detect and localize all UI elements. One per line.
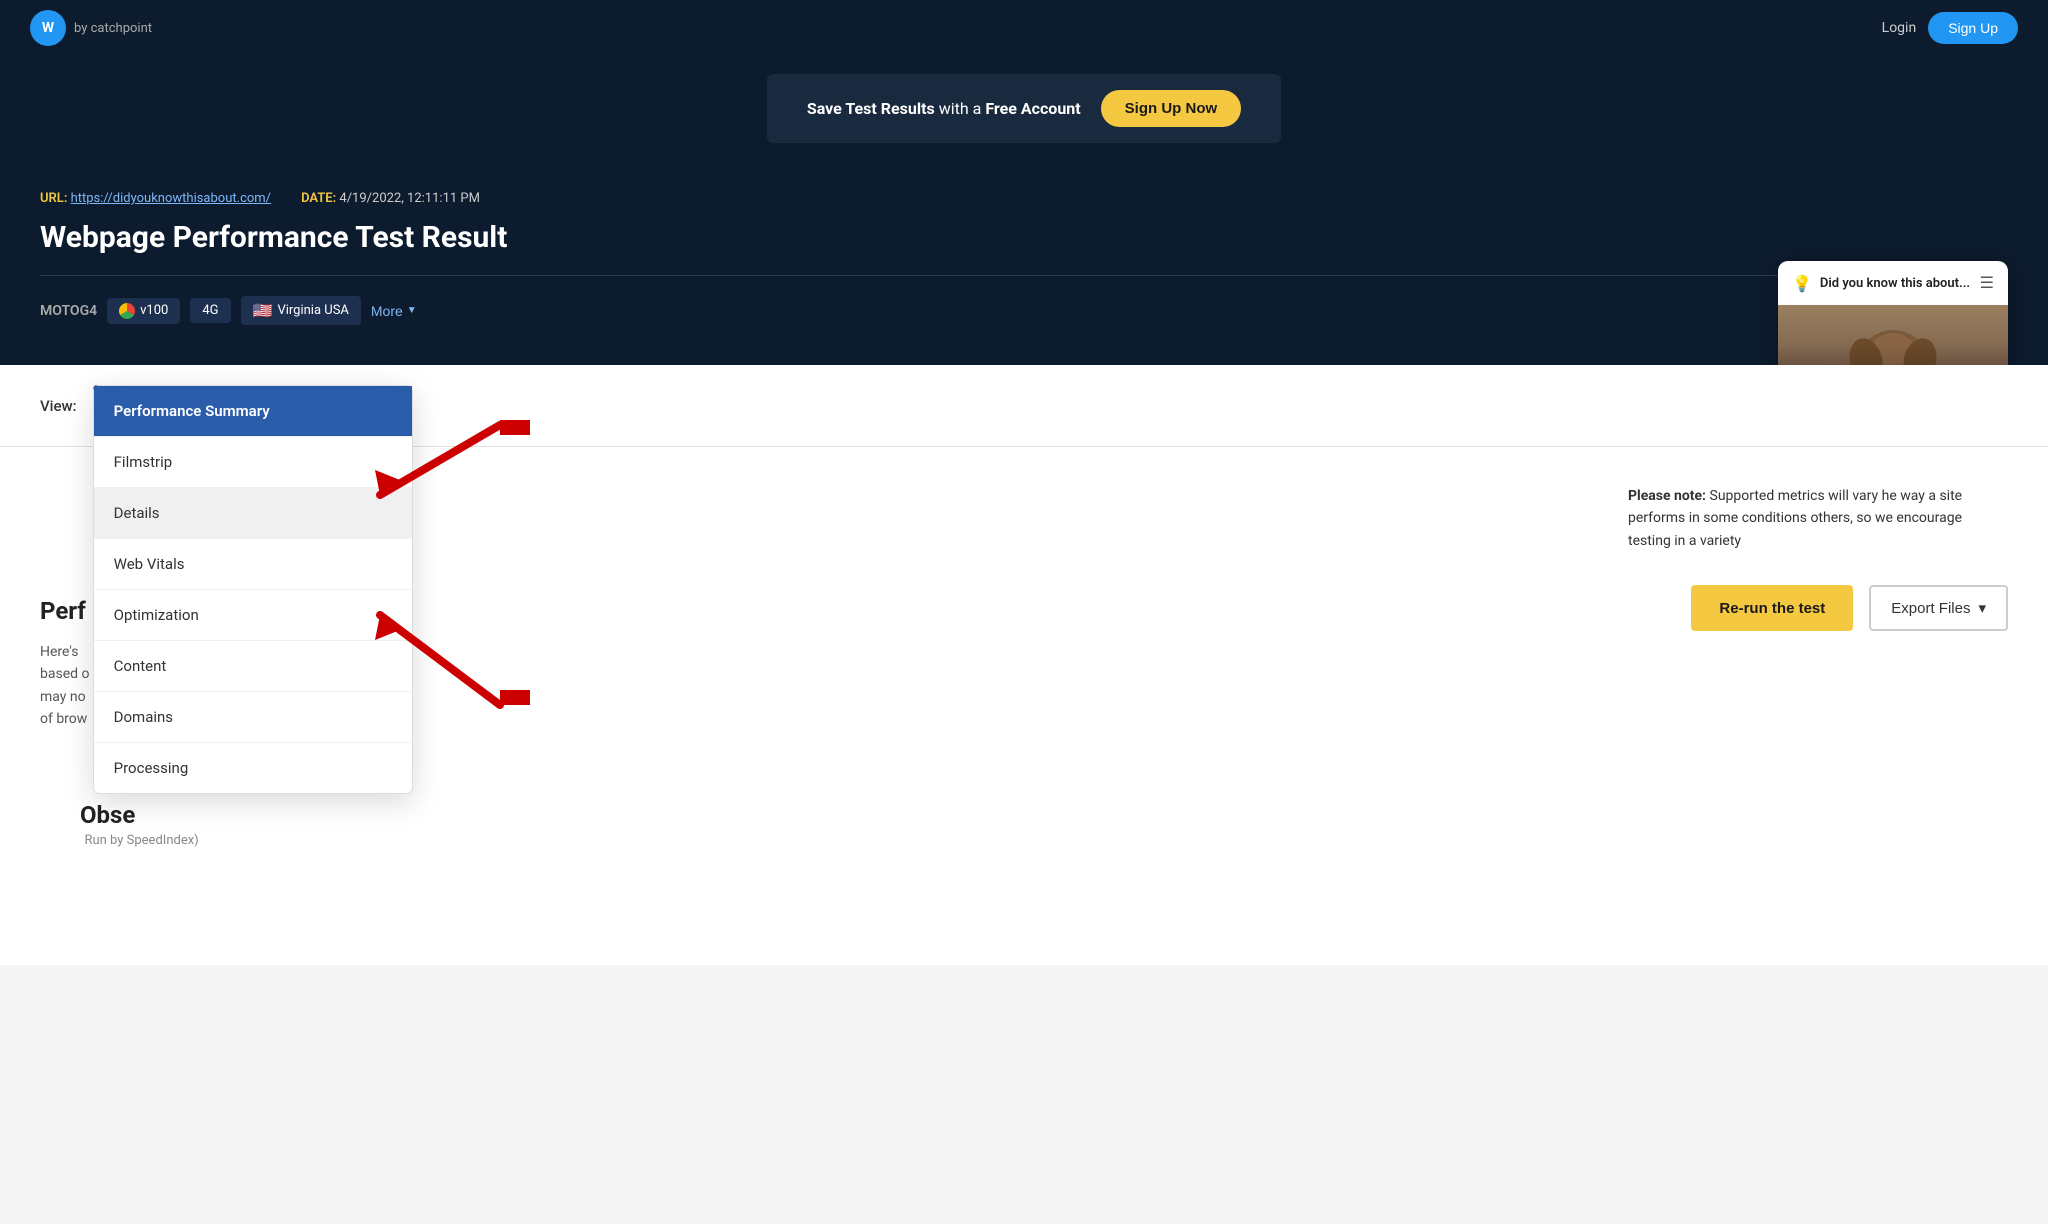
dyk-header: 💡 Did you know this about... ☰ (1778, 261, 2008, 305)
dropdown-item-optimization[interactable]: Optimization (94, 590, 412, 641)
nav-right: Login Sign Up (1882, 12, 2018, 44)
note-box: Please note: Supported metrics will vary… (1628, 485, 2008, 552)
url-link[interactable]: https://didyouknowthisabout.com/ (71, 191, 271, 206)
dyk-menu-button[interactable]: ☰ (1980, 273, 1994, 293)
rerun-button[interactable]: Re-run the test (1691, 585, 1853, 631)
dropdown-item-processing[interactable]: Processing (94, 743, 412, 793)
view-dropdown[interactable]: Performance Summary Performance Summary … (93, 385, 301, 426)
banner-signup-button[interactable]: Sign Up Now (1101, 90, 1242, 127)
chrome-icon (119, 303, 135, 319)
chevron-down-icon: ▾ (1978, 599, 1986, 617)
device-label: MOTOG4 (40, 303, 97, 319)
note-text: Please note: Supported metrics will vary… (1628, 485, 2008, 552)
observations-subtitle: (Run by SpeedIndex) (40, 833, 2008, 848)
view-label: View: (40, 397, 77, 415)
view-row: View: Performance Summary Performance Su… (0, 365, 2048, 447)
dyk-title: Did you know this about... (1820, 276, 1970, 291)
connection-tag: 4G (190, 298, 230, 323)
nav-signup-button[interactable]: Sign Up (1928, 12, 2018, 44)
header-section: URL: https://didyouknowthisabout.com/ DA… (0, 161, 2048, 365)
content-section: View: Performance Summary Performance Su… (0, 365, 2048, 965)
export-button[interactable]: Export Files ▾ (1869, 585, 2008, 631)
dropdown-item-performance-summary[interactable]: Performance Summary (94, 386, 412, 437)
dropdown-item-content[interactable]: Content (94, 641, 412, 692)
dropdown-menu: Performance Summary Filmstrip Details We… (93, 385, 413, 794)
banner-inner: Save Test Results with a Free Account Si… (767, 74, 1281, 143)
dropdown-item-details[interactable]: Details (94, 488, 412, 539)
more-button[interactable]: More ▼ (371, 303, 417, 319)
bulb-icon: 💡 (1792, 274, 1812, 293)
banner: Save Test Results with a Free Account Si… (0, 56, 2048, 161)
date-row: DATE: 4/19/2022, 12:11:11 PM (301, 191, 480, 206)
page-title: Webpage Performance Test Result (40, 220, 2008, 255)
logo: W by catchpoint (30, 10, 152, 46)
logo-text: by catchpoint (74, 21, 152, 36)
tags-row: MOTOG4 v100 4G 🇺🇸 Virginia USA More ▼ (40, 296, 2008, 325)
location-tag: 🇺🇸 Virginia USA (241, 296, 361, 325)
dropdown-item-filmstrip[interactable]: Filmstrip (94, 437, 412, 488)
url-label: URL: https://didyouknowthisabout.com/ (40, 191, 271, 206)
chevron-down-icon: ▼ (407, 305, 417, 316)
url-date-row: URL: https://didyouknowthisabout.com/ DA… (40, 191, 2008, 206)
logo-icon: W (30, 10, 66, 46)
observations-title: Observations (40, 801, 2008, 829)
dropdown-item-web-vitals[interactable]: Web Vitals (94, 539, 412, 590)
top-navigation: W by catchpoint Login Sign Up (0, 0, 2048, 56)
login-link[interactable]: Login (1882, 20, 1917, 36)
dropdown-item-domains[interactable]: Domains (94, 692, 412, 743)
divider (40, 275, 2008, 276)
browser-tag: v100 (107, 298, 180, 324)
action-buttons: Re-run the test Export Files ▾ (1691, 585, 2008, 631)
banner-text: Save Test Results with a Free Account (807, 99, 1081, 118)
flag-icon: 🇺🇸 (253, 301, 273, 320)
